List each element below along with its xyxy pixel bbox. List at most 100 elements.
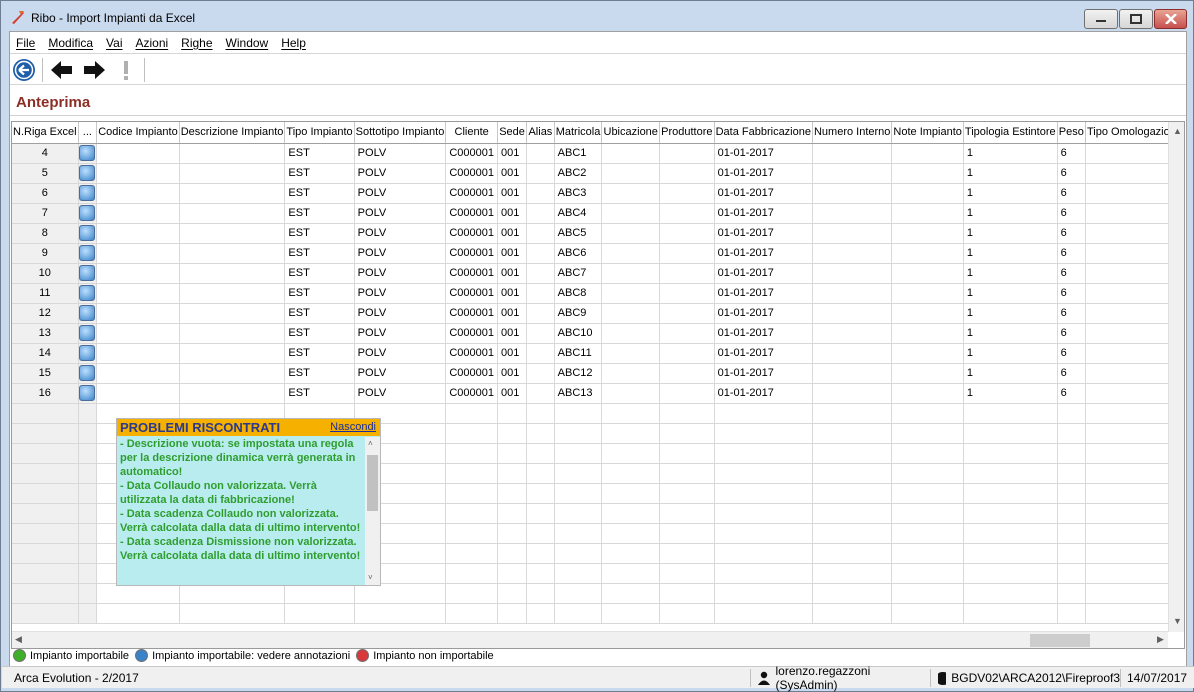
table-cell[interactable] bbox=[601, 183, 661, 204]
table-cell[interactable] bbox=[179, 323, 286, 344]
table-cell[interactable]: 001 bbox=[497, 363, 528, 384]
table-cell[interactable]: ABC2 bbox=[554, 163, 603, 184]
table-cell[interactable] bbox=[659, 223, 715, 244]
table-cell[interactable] bbox=[812, 283, 893, 304]
popup-scrollbar[interactable]: ˄ ˅ bbox=[365, 437, 380, 585]
table-cell[interactable] bbox=[179, 263, 286, 284]
table-cell[interactable] bbox=[659, 263, 715, 284]
table-cell[interactable]: C000001 bbox=[445, 263, 498, 284]
table-cell[interactable] bbox=[179, 143, 286, 164]
table-cell[interactable] bbox=[526, 283, 555, 304]
table-cell[interactable] bbox=[812, 143, 893, 164]
table-cell[interactable]: 6 bbox=[1057, 243, 1086, 264]
table-cell[interactable]: ABC8 bbox=[554, 283, 603, 304]
table-cell[interactable] bbox=[601, 303, 661, 324]
menu-help[interactable]: Help bbox=[281, 36, 306, 50]
close-button[interactable] bbox=[1154, 9, 1187, 29]
table-cell[interactable] bbox=[659, 243, 715, 264]
table-cell[interactable] bbox=[179, 383, 286, 404]
table-cell[interactable]: EST bbox=[284, 203, 355, 224]
row-status-cell[interactable] bbox=[78, 263, 98, 284]
table-cell[interactable]: POLV bbox=[354, 383, 447, 404]
table-cell[interactable] bbox=[526, 183, 555, 204]
table-cell[interactable] bbox=[601, 243, 661, 264]
table-cell[interactable]: ABC10 bbox=[554, 323, 603, 344]
table-cell[interactable] bbox=[812, 223, 893, 244]
info-icon[interactable] bbox=[79, 225, 96, 241]
table-cell[interactable]: 01-01-2017 bbox=[714, 323, 813, 344]
table-cell[interactable]: C000001 bbox=[445, 343, 498, 364]
table-cell[interactable] bbox=[96, 383, 180, 404]
table-cell[interactable]: 01-01-2017 bbox=[714, 203, 813, 224]
table-cell[interactable]: C000001 bbox=[445, 243, 498, 264]
back-button[interactable] bbox=[12, 58, 36, 82]
table-row[interactable]: 10 EST POLV C000001 001 ABC7 01-01-2017 1 6 bbox=[12, 263, 1184, 284]
table-cell[interactable]: ABC4 bbox=[554, 203, 603, 224]
table-cell[interactable] bbox=[812, 183, 893, 204]
table-cell[interactable] bbox=[659, 303, 715, 324]
table-cell[interactable] bbox=[179, 243, 286, 264]
row-status-cell[interactable] bbox=[78, 303, 98, 324]
row-number-cell[interactable]: 11 bbox=[12, 283, 79, 304]
table-cell[interactable]: 6 bbox=[1057, 263, 1086, 284]
scroll-down-icon[interactable]: ▼ bbox=[1173, 616, 1182, 626]
column-header[interactable]: Note Impianto bbox=[891, 122, 964, 144]
row-number-cell[interactable]: 7 bbox=[12, 203, 79, 224]
table-cell[interactable]: 1 bbox=[963, 203, 1058, 224]
table-cell[interactable] bbox=[601, 143, 661, 164]
table-cell[interactable] bbox=[179, 223, 286, 244]
table-cell[interactable]: C000001 bbox=[445, 203, 498, 224]
column-header[interactable]: Sottotipo Impianto bbox=[354, 122, 447, 144]
table-cell[interactable] bbox=[601, 383, 661, 404]
menu-window[interactable]: Window bbox=[226, 36, 269, 50]
scroll-right-icon[interactable]: ▶ bbox=[1157, 634, 1164, 645]
row-status-cell[interactable] bbox=[78, 323, 98, 344]
row-status-cell[interactable] bbox=[78, 163, 98, 184]
table-cell[interactable] bbox=[96, 363, 180, 384]
popup-scroll-thumb[interactable] bbox=[367, 455, 378, 511]
column-header[interactable]: Produttore bbox=[659, 122, 715, 144]
horizontal-scrollbar[interactable]: ◀ ▶ bbox=[12, 631, 1168, 648]
table-cell[interactable]: 1 bbox=[963, 163, 1058, 184]
table-cell[interactable]: EST bbox=[284, 223, 355, 244]
table-row[interactable]: 14 EST POLV C000001 001 ABC11 01-01-2017 1 6 bbox=[12, 343, 1184, 364]
table-cell[interactable] bbox=[179, 203, 286, 224]
table-row[interactable]: 4 EST POLV C000001 001 ABC1 01-01-2017 1 6 bbox=[12, 143, 1184, 164]
table-cell[interactable] bbox=[526, 303, 555, 324]
table-cell[interactable] bbox=[96, 243, 180, 264]
table-row[interactable]: 15 EST POLV C000001 001 ABC12 01-01-2017 1 6 bbox=[12, 363, 1184, 384]
table-cell[interactable] bbox=[891, 243, 964, 264]
table-cell[interactable] bbox=[812, 243, 893, 264]
table-cell[interactable] bbox=[601, 203, 661, 224]
table-cell[interactable]: POLV bbox=[354, 143, 447, 164]
table-cell[interactable]: EST bbox=[284, 163, 355, 184]
table-cell[interactable] bbox=[96, 263, 180, 284]
table-cell[interactable]: C000001 bbox=[445, 143, 498, 164]
table-cell[interactable]: C000001 bbox=[445, 163, 498, 184]
table-cell[interactable] bbox=[659, 203, 715, 224]
menu-vai[interactable]: Vai bbox=[106, 36, 122, 50]
table-cell[interactable] bbox=[601, 363, 661, 384]
table-cell[interactable]: 01-01-2017 bbox=[714, 143, 813, 164]
table-cell[interactable]: 1 bbox=[963, 343, 1058, 364]
table-cell[interactable] bbox=[179, 283, 286, 304]
table-cell[interactable]: 001 bbox=[497, 263, 528, 284]
table-cell[interactable] bbox=[891, 223, 964, 244]
column-header[interactable]: Tipologia Estintore bbox=[963, 122, 1058, 144]
table-cell[interactable]: ABC1 bbox=[554, 143, 603, 164]
row-status-cell[interactable] bbox=[78, 243, 98, 264]
chevron-up-icon[interactable]: ˄ bbox=[368, 439, 373, 448]
table-cell[interactable] bbox=[812, 163, 893, 184]
scroll-up-icon[interactable]: ▲ bbox=[1173, 126, 1182, 136]
column-header[interactable]: N.Riga Excel bbox=[12, 122, 79, 144]
table-row[interactable]: 6 EST POLV C000001 001 ABC3 01-01-2017 1 6 bbox=[12, 183, 1184, 204]
row-number-cell[interactable]: 4 bbox=[12, 143, 79, 164]
table-row[interactable]: 7 EST POLV C000001 001 ABC4 01-01-2017 1 6 bbox=[12, 203, 1184, 224]
table-row[interactable]: 13 EST POLV C000001 001 ABC10 01-01-2017 1 6 bbox=[12, 323, 1184, 344]
table-cell[interactable] bbox=[96, 323, 180, 344]
table-cell[interactable] bbox=[179, 343, 286, 364]
table-cell[interactable]: 001 bbox=[497, 323, 528, 344]
info-icon[interactable] bbox=[79, 365, 96, 381]
table-cell[interactable]: 6 bbox=[1057, 143, 1086, 164]
table-cell[interactable]: 001 bbox=[497, 383, 528, 404]
